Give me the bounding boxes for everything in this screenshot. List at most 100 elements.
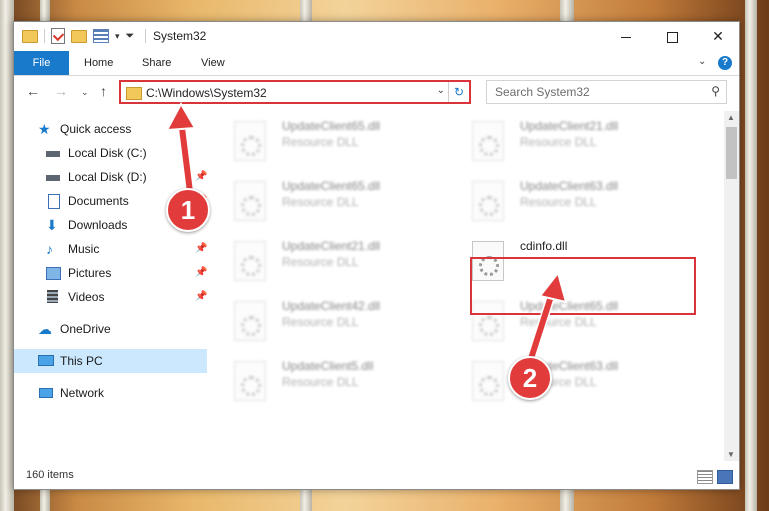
downloads-icon: ⬇ — [46, 217, 58, 233]
sidebar-item-videos[interactable]: Videos — [46, 287, 104, 307]
callout-2: 2 — [508, 356, 552, 400]
maximize-icon — [666, 31, 678, 43]
file-type: Resource DLL — [520, 195, 597, 209]
documents-icon — [46, 194, 62, 209]
file-name: UpdateClient21.dll — [520, 119, 619, 133]
file-name: UpdateClient65.dll — [282, 119, 381, 133]
quick-access-toolbar: ▾ ⏷ — [22, 28, 134, 44]
dll-file-icon — [472, 181, 504, 221]
sidebar-item-documents[interactable]: Documents — [46, 191, 129, 211]
file-name: UpdateClient63.dll — [520, 179, 619, 193]
folder-icon[interactable] — [22, 29, 38, 43]
expand-ribbon-icon[interactable]: ⌄ — [698, 56, 706, 67]
explorer-window: ▾ ⏷ System32 ✕ File Home Share View ⌄ ? … — [13, 21, 740, 490]
sidebar-item-label: Pictures — [68, 266, 112, 280]
list-item[interactable]: UpdateClient63.dll Resource DLL — [448, 177, 668, 233]
sidebar-item-quick-access[interactable]: ★ Quick access — [38, 119, 131, 139]
sidebar-item-this-pc[interactable]: This PC — [38, 351, 103, 371]
list-item[interactable]: UpdateClient21.dll Resource DLL — [210, 237, 430, 293]
file-list: UpdateClient65.dll Resource DLL UpdateCl… — [210, 111, 725, 461]
sidebar-item-network[interactable]: Network — [38, 383, 104, 403]
file-type: Resource DLL — [282, 315, 359, 329]
address-path[interactable]: C:\Windows\System32 — [146, 86, 267, 100]
chevron-down-icon[interactable]: ⌄ — [437, 85, 445, 96]
list-item[interactable]: UpdateClient63.dll Resource DLL — [448, 357, 668, 413]
tab-view[interactable]: View — [201, 51, 225, 75]
status-bar: 160 items — [14, 463, 739, 489]
new-folder-icon[interactable] — [71, 29, 87, 43]
forward-icon[interactable]: → — [54, 83, 68, 99]
music-icon: ♪ — [46, 241, 53, 257]
customize-toolbar-icon[interactable]: ⏷ — [126, 30, 135, 43]
sidebar-item-label: Documents — [68, 194, 129, 208]
scroll-up-icon[interactable]: ▲ — [727, 113, 735, 122]
item-count: 160 items — [26, 469, 74, 481]
pictures-icon — [46, 266, 62, 280]
dll-file-icon — [472, 121, 504, 161]
sidebar-item-label: Videos — [68, 290, 105, 304]
view-icon[interactable] — [93, 29, 109, 43]
list-item[interactable]: UpdateClient21.dll Resource DLL — [448, 117, 668, 173]
file-type: Resource DLL — [282, 255, 359, 269]
properties-icon[interactable] — [51, 28, 65, 44]
close-button[interactable]: ✕ — [695, 22, 741, 50]
sidebar-item-downloads[interactable]: ⬇ Downloads — [46, 215, 127, 235]
divider — [44, 29, 45, 43]
up-icon[interactable]: ↑ — [100, 83, 107, 99]
pin-icon[interactable]: 📌 — [195, 267, 207, 278]
search-placeholder: Search System32 — [495, 85, 590, 99]
pin-icon[interactable]: 📌 — [195, 291, 207, 302]
tab-home[interactable]: Home — [84, 51, 113, 75]
scrollbar-thumb[interactable] — [726, 127, 737, 179]
file-name: cdinfo.dll — [520, 239, 568, 253]
file-name: UpdateClient42.dll — [282, 299, 381, 313]
pin-icon[interactable]: 📌 — [195, 243, 207, 254]
search-input[interactable]: Search System32 ⚲ — [486, 80, 727, 104]
tab-file[interactable]: File — [14, 51, 69, 75]
list-item[interactable]: UpdateClient65.dll Resource DLL — [210, 177, 430, 233]
large-icons-view-icon[interactable] — [717, 470, 733, 484]
list-item[interactable]: UpdateClient5.dll Resource DLL — [210, 357, 430, 413]
background-tree — [0, 0, 14, 511]
back-icon[interactable]: ← — [26, 83, 40, 99]
file-type: Resource DLL — [282, 375, 359, 389]
sidebar-item-label: Quick access — [60, 122, 132, 136]
list-item[interactable]: UpdateClient65.dll Resource DLL — [210, 117, 430, 173]
sidebar-item-pictures[interactable]: Pictures — [46, 263, 111, 283]
dll-file-icon — [472, 361, 504, 401]
scroll-down-icon[interactable]: ▼ — [727, 450, 735, 459]
maximize-button[interactable] — [649, 22, 695, 50]
computer-icon — [38, 354, 54, 368]
sidebar-item-onedrive[interactable]: ☁ OneDrive — [38, 319, 111, 339]
help-button[interactable]: ? — [718, 56, 732, 70]
folder-icon — [126, 87, 142, 100]
file-name: UpdateClient21.dll — [282, 239, 381, 253]
chevron-down-icon[interactable]: ▾ — [115, 31, 120, 42]
sidebar-item-label: Local Disk (C:) — [68, 146, 147, 160]
sidebar-item-music[interactable]: ♪ Music — [46, 239, 99, 259]
details-view-icon[interactable] — [697, 470, 713, 484]
list-item[interactable]: UpdateClient42.dll Resource DLL — [210, 297, 430, 353]
sidebar-item-label: Local Disk (D:) — [68, 170, 147, 184]
cloud-icon: ☁ — [38, 321, 52, 337]
search-icon[interactable]: ⚲ — [711, 84, 720, 98]
minimize-button[interactable] — [603, 22, 649, 50]
recent-locations-icon[interactable]: ⌄ — [81, 87, 89, 98]
address-bar[interactable]: C:\Windows\System32 ⌄ ↻ — [119, 80, 471, 104]
navigation-pane: ★ Quick access Local Disk (C:) Local Dis… — [14, 111, 209, 461]
sidebar-item-label: Downloads — [68, 218, 128, 232]
file-name: UpdateClient65.dll — [282, 179, 381, 193]
file-type: Resource DLL — [520, 135, 597, 149]
refresh-icon[interactable]: ↻ — [448, 82, 469, 102]
title-bar: ▾ ⏷ System32 ✕ — [14, 22, 739, 50]
pin-icon[interactable]: 📌 — [195, 171, 207, 182]
highlight-box — [470, 257, 696, 315]
sidebar-item-local-disk-d[interactable]: Local Disk (D:) — [46, 167, 147, 187]
vertical-scrollbar[interactable]: ▲ ▼ — [724, 111, 739, 461]
sidebar-item-local-disk-c[interactable]: Local Disk (C:) — [46, 143, 147, 163]
dll-file-icon — [234, 361, 266, 401]
dll-file-icon — [234, 301, 266, 341]
tab-share[interactable]: Share — [142, 51, 171, 75]
background-tree — [745, 0, 757, 511]
file-type: Resource DLL — [520, 315, 597, 329]
